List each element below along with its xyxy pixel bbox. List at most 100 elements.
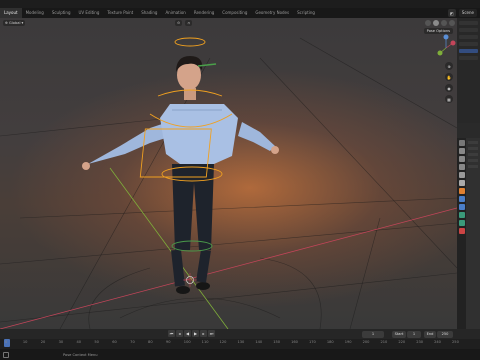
end-frame-field[interactable]: 250 <box>437 330 453 338</box>
constraint-tab-icon[interactable] <box>458 212 465 218</box>
object-tab-icon[interactable] <box>458 188 465 194</box>
ruler-tick-label: 230 <box>416 340 424 344</box>
ruler-tick-label: 180 <box>326 340 334 344</box>
tab-shading[interactable]: Shading <box>137 8 161 18</box>
solid-shading-icon[interactable] <box>433 20 439 26</box>
torso <box>160 104 238 164</box>
ruler-tick-label: 40 <box>76 340 82 344</box>
camera-view-icon[interactable]: ◉ <box>445 84 453 92</box>
ruler-tick-label: 110 <box>201 340 209 344</box>
snap-toggle[interactable]: ∩ <box>185 20 192 26</box>
pose-options-dropdown[interactable]: Pose Options <box>423 28 453 34</box>
pivot-dropdown[interactable]: ⊙ <box>175 20 183 26</box>
tab-animation[interactable]: Animation <box>161 8 189 18</box>
perspective-toggle-icon[interactable]: ▦ <box>445 95 453 103</box>
rendered-shading-icon[interactable] <box>449 20 455 26</box>
ruler-tick-label: 70 <box>130 340 135 344</box>
ruler-tick-label: 90 <box>165 340 171 344</box>
3d-viewport[interactable]: ⊕ Global ▾ ⊙ ∩ Pose Options ⊕ ✋ ◉ ▦ <box>0 18 457 329</box>
root-head-control[interactable] <box>174 37 206 47</box>
scene-selector-icon[interactable]: ◩ <box>447 9 456 17</box>
properties-panel[interactable] <box>466 138 480 329</box>
jump-start-icon[interactable]: ⏮ <box>168 330 175 337</box>
ruler-tick-label: 20 <box>40 340 46 344</box>
navigation-tools: ⊕ ✋ ◉ ▦ <box>445 62 453 103</box>
status-text: Pose Context Menu <box>63 352 98 357</box>
bone-tab-icon[interactable] <box>458 220 465 226</box>
tab-geometry-nodes[interactable]: Geometry Nodes <box>251 8 293 18</box>
tab-texture-paint[interactable]: Texture Paint <box>103 8 137 18</box>
gizmo-z-icon[interactable] <box>443 34 449 40</box>
tab-sculpting[interactable]: Sculpting <box>48 8 75 18</box>
right-arm <box>238 122 275 151</box>
physics-tab-icon[interactable] <box>458 204 465 210</box>
lower-legs <box>171 249 211 287</box>
gizmo-x-icon[interactable] <box>450 40 456 46</box>
ruler-tick-label: 120 <box>219 340 227 344</box>
zoom-icon[interactable]: ⊕ <box>445 62 453 70</box>
scene-tab-icon[interactable] <box>458 172 465 178</box>
property-row[interactable] <box>468 147 478 150</box>
ruler-tick-label: 170 <box>308 340 316 344</box>
next-keyframe-icon[interactable]: ▸ <box>200 330 207 337</box>
tab-scripting[interactable]: Scripting <box>293 8 319 18</box>
outliner-row[interactable] <box>459 42 478 46</box>
ruler-tick-label: 160 <box>291 340 298 344</box>
property-row[interactable] <box>468 141 478 144</box>
right-editors <box>457 18 480 329</box>
character-model[interactable] <box>82 56 279 294</box>
tab-compositing[interactable]: Compositing <box>218 8 251 18</box>
start-frame-field[interactable]: 1 <box>407 330 421 338</box>
ruler-tick-label: 10 <box>22 340 28 344</box>
ruler-tick-label: 210 <box>380 340 388 344</box>
hand-pan-icon[interactable]: ✋ <box>445 73 453 81</box>
right-shoe <box>196 282 210 290</box>
material-tab-icon[interactable] <box>458 228 465 234</box>
workspace-tabs: Layout Modeling Sculpting UV Editing Tex… <box>0 8 319 18</box>
outliner-row[interactable] <box>459 35 478 39</box>
ruler-tick-label: 220 <box>398 340 406 344</box>
blender-window: Layout Modeling Sculpting UV Editing Tex… <box>0 0 480 360</box>
outliner-row-selected[interactable] <box>459 49 478 53</box>
material-shading-icon[interactable] <box>441 20 447 26</box>
gizmo-y-icon[interactable] <box>437 50 443 56</box>
property-row[interactable] <box>468 165 478 168</box>
outliner-row[interactable] <box>459 56 478 60</box>
play-reverse-icon[interactable]: ◀ <box>184 330 191 337</box>
tab-modeling[interactable]: Modeling <box>22 8 48 18</box>
transform-orientation-dropdown[interactable]: ⊕ Global ▾ <box>3 20 26 26</box>
tool-tab-icon[interactable] <box>458 140 465 146</box>
tab-layout[interactable]: Layout <box>0 8 22 18</box>
outliner-row[interactable] <box>459 21 478 25</box>
workspace-topbar: Layout Modeling Sculpting UV Editing Tex… <box>0 8 480 18</box>
property-row[interactable] <box>468 153 478 156</box>
wireframe-shading-icon[interactable] <box>425 20 431 26</box>
left-arm <box>88 122 172 164</box>
navigation-gizmo[interactable] <box>437 34 456 56</box>
outliner-row[interactable] <box>459 28 478 32</box>
view-layer-tab-icon[interactable] <box>458 164 465 170</box>
property-row[interactable] <box>468 159 478 162</box>
tab-uv-editing[interactable]: UV Editing <box>75 8 104 18</box>
scene-name[interactable]: Scene <box>458 9 477 17</box>
tab-rendering[interactable]: Rendering <box>190 8 218 18</box>
left-hand <box>82 162 90 170</box>
prev-keyframe-icon[interactable]: ◂ <box>176 330 183 337</box>
ruler-tick-label: 200 <box>362 340 370 344</box>
jump-end-icon[interactable]: ⏭ <box>208 330 215 337</box>
frame-ruler[interactable]: 0 10 20 30 40 50 60 70 80 90 100 110 120 130 140 150 160… <box>0 339 480 349</box>
viewport-header: ⊕ Global ▾ ⊙ ∩ <box>0 18 457 28</box>
outliner[interactable] <box>457 18 480 123</box>
render-tab-icon[interactable] <box>458 148 465 154</box>
ruler-tick-label: 150 <box>273 340 281 344</box>
topbar-right: ◩ Scene <box>447 9 477 17</box>
modifier-tab-icon[interactable] <box>458 196 465 202</box>
ruler-tick-label: 250 <box>452 340 459 344</box>
magnet-icon: ∩ <box>187 21 190 25</box>
play-icon[interactable]: ▶ <box>192 330 199 337</box>
ruler-tick-label: 130 <box>237 340 245 344</box>
left-shoe <box>176 286 190 294</box>
world-tab-icon[interactable] <box>458 180 465 186</box>
output-tab-icon[interactable] <box>458 156 465 162</box>
current-frame-field[interactable]: 1 <box>362 330 384 338</box>
